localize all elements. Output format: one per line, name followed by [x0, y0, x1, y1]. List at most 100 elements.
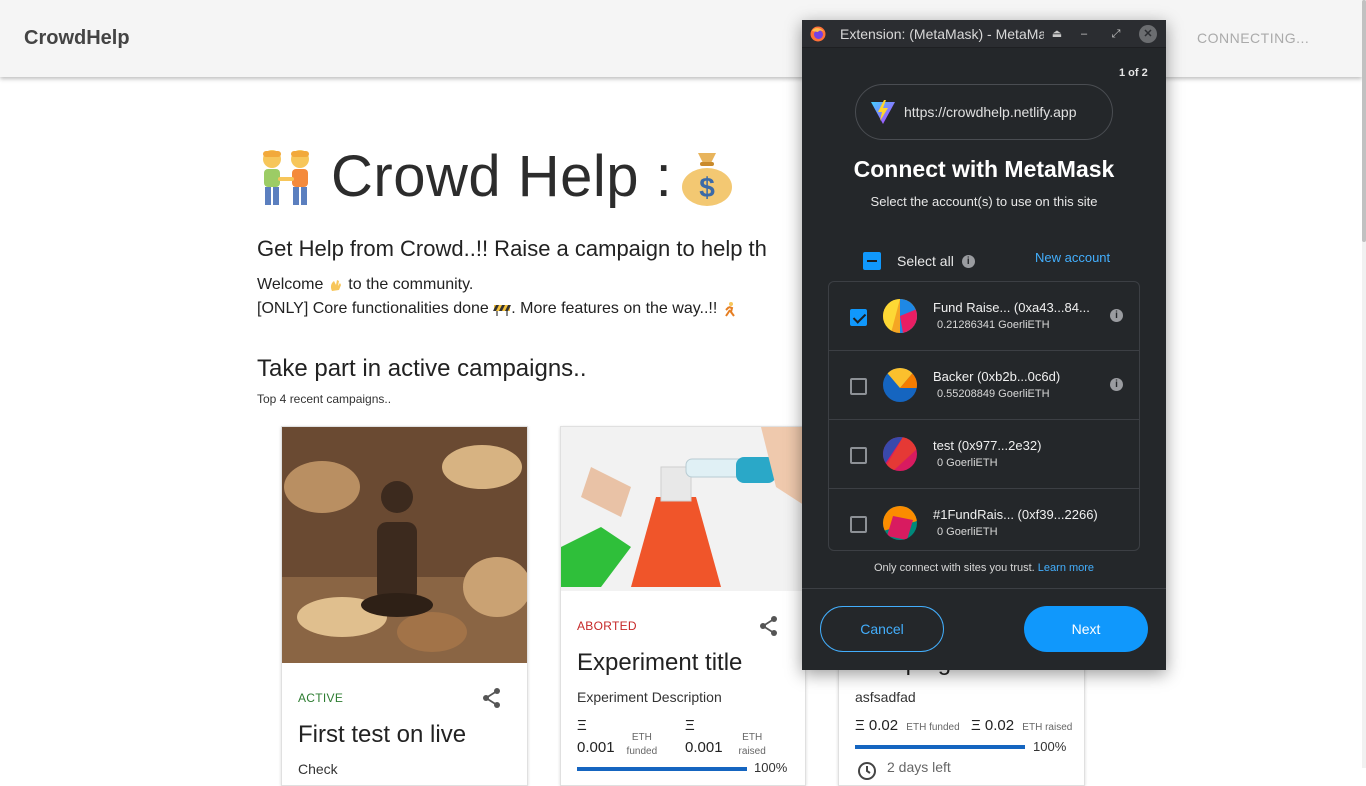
campaign-description: Check — [298, 761, 338, 777]
firefox-icon — [810, 26, 826, 42]
waving-hand-icon — [330, 279, 341, 291]
eth-raised: Ξ 0.02 ETH raised — [971, 715, 1072, 739]
brand-logo-text[interactable]: CrowdHelp — [24, 27, 130, 50]
info-icon[interactable]: i — [1110, 309, 1123, 322]
site-url: https://crowdhelp.netlify.app — [904, 104, 1077, 120]
window-title: Extension: (MetaMask) - MetaMask — [840, 26, 1044, 42]
features-text-start: [ONLY] Core functionalities done — [257, 300, 494, 317]
account-checkbox[interactable] — [850, 378, 867, 395]
account-balance: 0 GoerliETH — [937, 526, 998, 538]
trust-notice: Only connect with sites you trust. Learn… — [802, 562, 1166, 574]
campaign-title[interactable]: First test on live — [298, 721, 466, 749]
account-balance: 0.55208849 GoerliETH — [937, 388, 1050, 400]
eth-funded-value: 0.001 — [577, 739, 615, 756]
welcome-text-start: Welcome — [257, 276, 328, 293]
select-all-label[interactable]: Select all — [897, 253, 954, 269]
footer-divider — [802, 588, 1166, 589]
construction-icon — [493, 304, 512, 316]
account-row[interactable]: Fund Raise... (0xa43...84... 0.21286341 … — [829, 282, 1139, 351]
site-origin-pill: https://crowdhelp.netlify.app — [855, 84, 1113, 140]
new-account-link[interactable]: New account — [1035, 250, 1110, 265]
vite-logo-icon — [871, 100, 895, 124]
campaign-card[interactable]: ACTIVE First test on live Check — [281, 426, 528, 786]
account-balance: 0 GoerliETH — [937, 457, 998, 469]
eth-funded: Ξ 0.001 ETH funded — [577, 715, 673, 759]
connect-wallet-button[interactable]: CONNECTING... — [1197, 30, 1309, 46]
features-text-end: . More features on the way..!! — [511, 300, 722, 317]
account-avatar-icon — [883, 368, 917, 402]
account-name: Fund Raise... (0xa43...84... — [933, 300, 1090, 315]
eth-unit-label: ETH — [631, 732, 652, 743]
account-avatar-icon — [883, 299, 917, 333]
window-titlebar[interactable]: Extension: (MetaMask) - MetaMask ⏏ ‒ ⤢ ✕ — [802, 20, 1166, 48]
welcome-line: Welcome to the community. — [257, 276, 473, 294]
hero-title: Crowd Help : $ — [257, 140, 736, 212]
eth-funded: Ξ 0.02 ETH funded — [855, 715, 960, 739]
learn-more-link[interactable]: Learn more — [1038, 562, 1094, 574]
time-left: 2 days left — [887, 759, 951, 775]
account-name: Backer (0xb2b...0c6d) — [933, 369, 1061, 384]
eth-unit-label: ETH — [742, 732, 763, 743]
features-line: [ONLY] Core functionalities done . More … — [257, 300, 736, 318]
eth-symbol: Ξ — [685, 717, 695, 734]
people-holding-hands-icon — [263, 150, 309, 205]
money-bag-icon: $ — [682, 153, 733, 206]
section-subtitle: Top 4 recent campaigns.. — [257, 392, 392, 406]
scrollbar-thumb[interactable] — [1362, 0, 1366, 242]
account-avatar-icon — [883, 437, 917, 471]
share-icon[interactable] — [758, 615, 780, 637]
maximize-icon[interactable]: ⤢ — [1107, 25, 1125, 43]
eth-raised-value: Ξ 0.02 — [971, 717, 1015, 734]
info-icon[interactable]: i — [961, 254, 975, 268]
campaign-card[interactable]: ABORTED Experiment title Experiment Desc… — [560, 426, 806, 786]
account-name: test (0x977...2e32) — [933, 438, 1042, 453]
account-balance: 0.21286341 GoerliETH — [937, 319, 1050, 331]
campaign-title[interactable]: Experiment title — [577, 649, 742, 677]
next-button[interactable]: Next — [1024, 606, 1148, 652]
raised-label: ETH raised — [1022, 722, 1073, 733]
select-all-row[interactable]: Select all i — [863, 251, 975, 271]
welcome-text-end: to the community. — [343, 276, 474, 293]
campaign-image-lab — [561, 427, 805, 591]
share-icon[interactable] — [481, 687, 503, 709]
eth-raised: Ξ 0.001 ETH raised — [685, 715, 795, 759]
clock-icon — [858, 762, 876, 780]
funding-progress-bar — [855, 745, 1025, 749]
cancel-button[interactable]: Cancel — [820, 606, 944, 652]
account-checkbox[interactable] — [850, 309, 867, 326]
campaign-description: Experiment Description — [577, 689, 722, 705]
account-name: #1FundRais... (0xf39...2266) — [933, 507, 1098, 522]
progress-percent: 100% — [1033, 739, 1067, 754]
hero-title-text: Crowd Help : — [331, 143, 673, 209]
account-checkbox[interactable] — [850, 516, 867, 533]
section-title: Take part in active campaigns.. — [257, 355, 587, 382]
funded-label: funded — [626, 746, 658, 757]
hero-subheading: Get Help from Crowd..!! Raise a campaign… — [257, 236, 767, 261]
info-icon[interactable]: i — [1110, 378, 1123, 391]
connect-heading: Connect with MetaMask — [853, 156, 1115, 182]
status-badge: ABORTED — [577, 619, 637, 633]
metamask-popup-window[interactable]: Extension: (MetaMask) - MetaMask ⏏ ‒ ⤢ ✕… — [802, 20, 1166, 670]
running-person-icon — [724, 301, 735, 317]
page-scrollbar[interactable] — [1362, 0, 1366, 768]
eth-raised-value: 0.001 — [685, 739, 723, 756]
trust-text: Only connect with sites you trust. — [873, 562, 1035, 574]
raised-label: raised — [738, 746, 766, 757]
status-badge: ACTIVE — [298, 691, 344, 705]
minimize-icon[interactable]: ‒ — [1075, 25, 1093, 43]
account-row[interactable]: Backer (0xb2b...0c6d) 0.55208849 GoerliE… — [829, 351, 1139, 420]
page-counter: 1 of 2 — [1119, 67, 1148, 79]
campaign-description: asfsadfad — [855, 689, 916, 705]
account-avatar-icon — [883, 506, 917, 540]
account-row[interactable]: test (0x977...2e32) 0 GoerliETH — [829, 420, 1139, 489]
eject-icon[interactable]: ⏏ — [1048, 25, 1066, 43]
account-row[interactable]: #1FundRais... (0xf39...2266) 0 GoerliETH — [829, 489, 1139, 550]
account-checkbox[interactable] — [850, 447, 867, 464]
close-icon[interactable]: ✕ — [1139, 25, 1157, 43]
connect-subheading: Select the account(s) to use on this sit… — [870, 194, 1098, 209]
campaign-image-chess — [282, 427, 527, 663]
eth-funded-value: Ξ 0.02 — [855, 717, 899, 734]
account-list[interactable]: Fund Raise... (0xa43...84... 0.21286341 … — [828, 281, 1140, 551]
eth-symbol: Ξ — [577, 717, 587, 734]
select-all-checkbox[interactable] — [863, 252, 881, 270]
